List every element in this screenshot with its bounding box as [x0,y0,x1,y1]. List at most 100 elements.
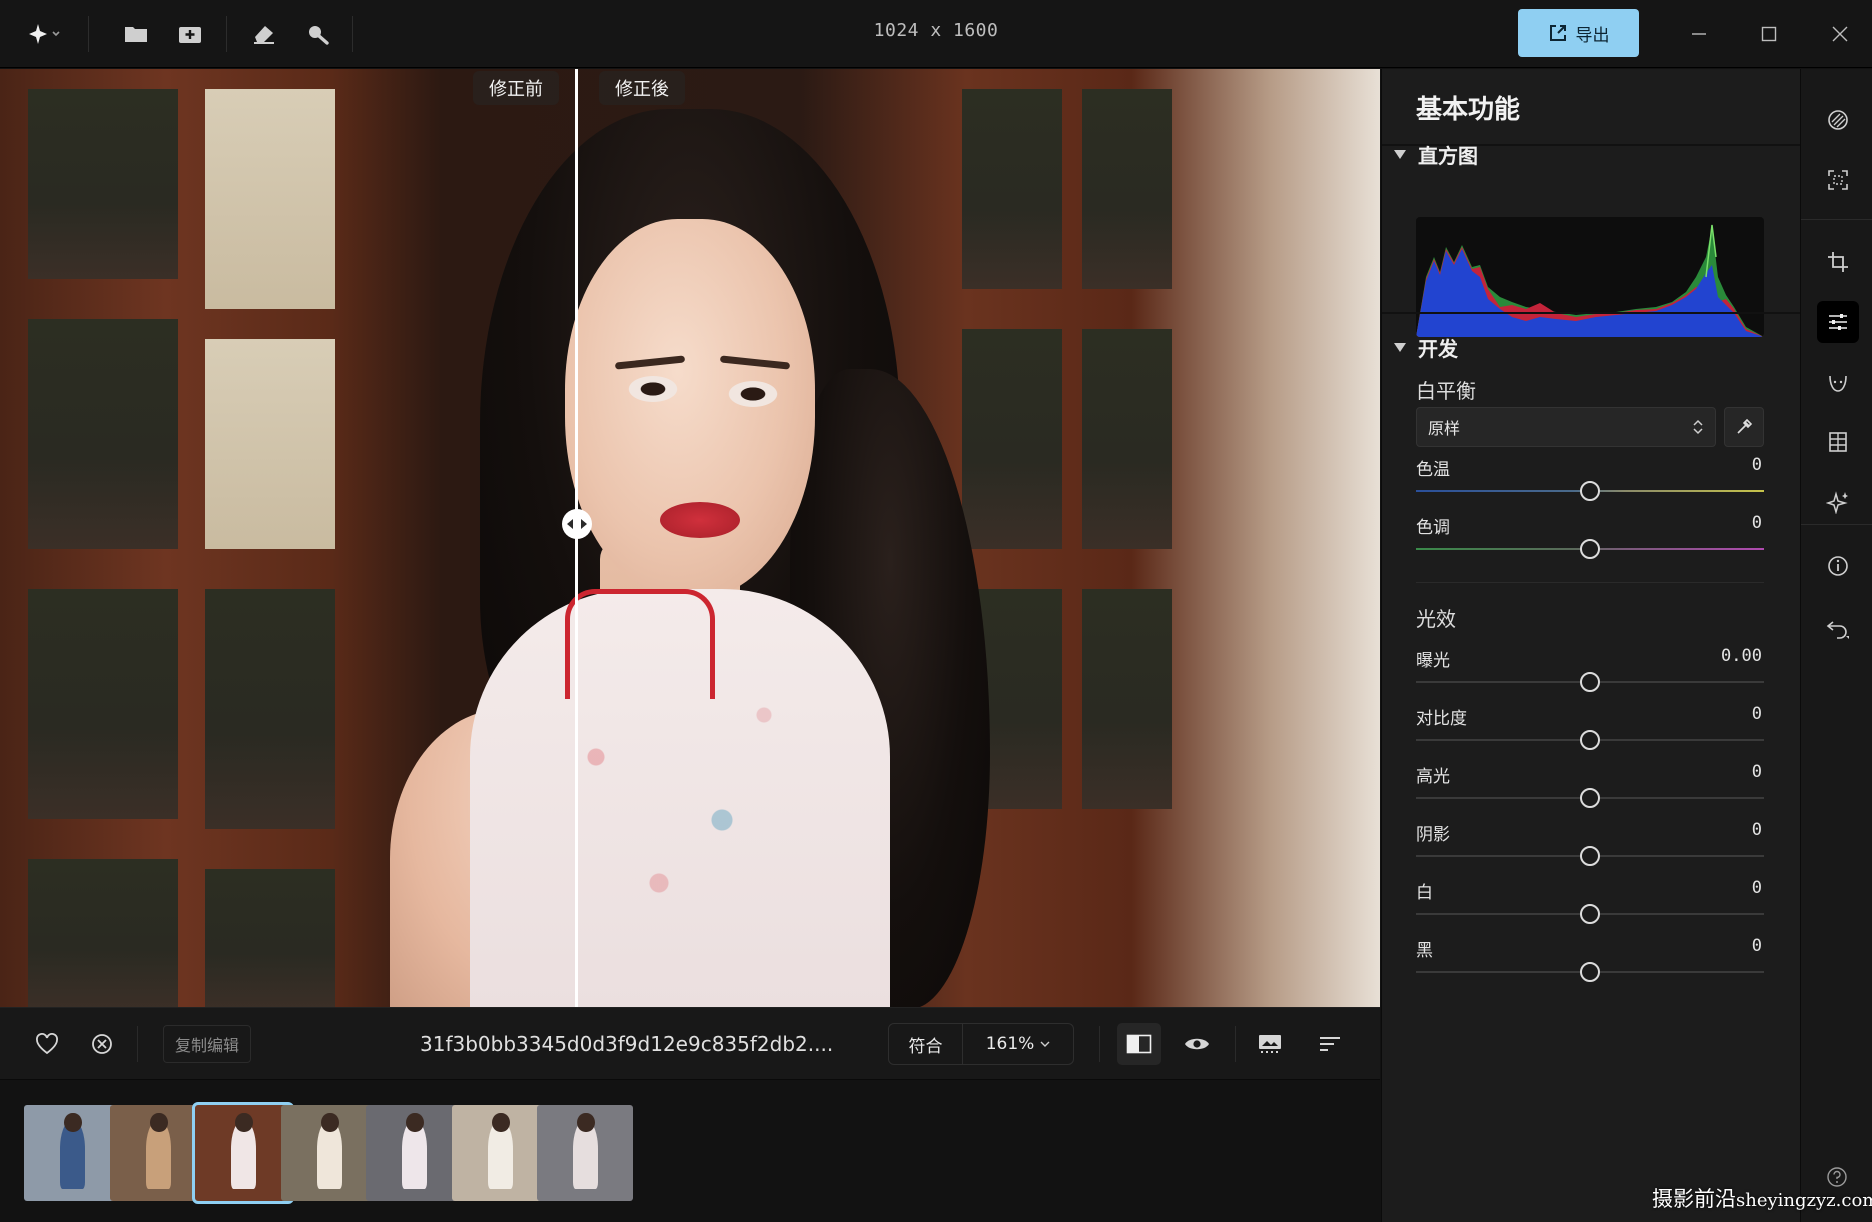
subject-eye [625,374,681,404]
file-name: 31f3b0bb3345d0d3f9d12e9c835f2db2.... [420,1032,834,1056]
thumbnail-figure [231,1122,257,1190]
thumbnail-head [492,1112,510,1132]
presets-button[interactable] [1817,99,1859,141]
filmstrip-thumbnail[interactable] [24,1105,120,1201]
bottom-toolbar: 复制编辑 31f3b0bb3345d0d3f9d12e9c835f2db2...… [0,1007,1380,1079]
filmstrip-thumbnail[interactable] [537,1105,633,1201]
app-menu-button[interactable] [26,16,62,52]
zoom-level-value: 161% [985,1034,1035,1054]
titlebar-divider [352,16,353,52]
module-icon-strip [1800,69,1872,1222]
folder-icon [125,27,147,42]
overlap-circles-icon [1828,110,1848,130]
toolbar-divider [1099,1026,1100,1062]
filmstrip-thumbnail[interactable] [452,1105,548,1201]
develop-section[interactable]: 开发 [1394,333,1458,362]
window-pane [28,89,178,279]
eraser-button[interactable] [246,16,282,52]
zoom-level-dropdown[interactable]: 161% [963,1034,1073,1054]
close-button[interactable] [1820,14,1860,54]
slider-label: 白 [1416,883,1433,903]
divider-handle[interactable] [562,509,592,539]
slider-knob[interactable] [1580,962,1600,982]
circle-x-icon [92,1034,112,1054]
history-button[interactable] [1817,607,1859,649]
open-folder-button[interactable] [118,16,154,52]
filmstrip-thumbnail[interactable] [110,1105,206,1201]
histogram-section[interactable]: 直方图 [1394,140,1478,169]
ai-enhance-button[interactable] [1817,481,1859,523]
filmstrip-thumbnail[interactable] [281,1105,377,1201]
slider-knob[interactable] [1580,672,1600,692]
slider-knob[interactable] [1580,481,1600,501]
thumbnail-head [321,1112,339,1132]
histogram-heading: 直方图 [1418,144,1478,168]
slider-value[interactable]: 0.00 [1632,646,1762,666]
texture-button[interactable] [1817,421,1859,463]
filmstrip-thumbnail[interactable] [192,1102,294,1204]
slider-value[interactable]: 0 [1632,455,1762,475]
slider-knob[interactable] [1580,730,1600,750]
eye-icon [1185,1038,1209,1050]
subject-collar [565,589,715,699]
develop-heading: 开发 [1418,337,1458,361]
slider-value[interactable]: 0 [1632,878,1762,898]
window-pane [962,89,1062,289]
export-button[interactable]: 导出 [1518,9,1639,57]
favorite-button[interactable] [29,1026,65,1062]
slider-knob[interactable] [1580,846,1600,866]
minimize-button[interactable] [1679,14,1719,54]
slider-knob[interactable] [1580,788,1600,808]
adjust-button[interactable] [1817,301,1859,343]
white-balance-title: 白平衡 [1416,379,1476,403]
collapse-triangle-icon [1394,343,1406,352]
thumbnail-figure [402,1122,428,1190]
filmstrip-thumbnail[interactable] [366,1105,462,1201]
thumbnail-head [577,1112,595,1132]
subject-face [565,219,815,599]
section-divider [1416,582,1764,583]
portrait-button[interactable] [1817,361,1859,403]
export-icon [1549,25,1566,41]
slider-label: 曝光 [1416,651,1450,671]
slider-value[interactable]: 0 [1632,936,1762,956]
thumbnail-head [406,1112,424,1132]
zoom-fit-button[interactable]: 符合 [889,1024,963,1064]
thumbnail-figure [60,1122,86,1190]
gallery-icon [1259,1035,1281,1053]
info-button[interactable] [1817,545,1859,587]
crop-button[interactable] [1817,241,1859,283]
import-button[interactable] [172,16,208,52]
preview-toggle-button[interactable] [1179,1026,1215,1062]
photo-canvas[interactable]: 修正前 修正後 [0,69,1380,1007]
window-pane [1082,329,1172,549]
white-balance-picker-button[interactable] [1724,407,1764,447]
copy-edits-button[interactable]: 复制编辑 [163,1025,251,1063]
window-pane [28,319,178,549]
slider-knob[interactable] [1580,904,1600,924]
white-balance-preset-select[interactable]: 原样 [1416,407,1716,447]
window-pane [1082,589,1172,809]
slider-value[interactable]: 0 [1632,762,1762,782]
compare-split-button[interactable] [1117,1023,1161,1065]
export-label: 导出 [1575,25,1610,46]
slider-knob[interactable] [1580,539,1600,559]
panel-title: 基本功能 [1416,95,1521,125]
slider-label: 阴影 [1416,825,1450,845]
filmstrip-toggle-button[interactable] [1252,1026,1288,1062]
close-icon [1832,26,1848,42]
sort-button[interactable] [1312,1026,1348,1062]
maximize-button[interactable] [1749,14,1789,54]
watermark-url: sheyingzyz.com [1736,1190,1872,1211]
zoom-tool-button[interactable] [300,16,336,52]
grid-building-icon [1829,432,1847,452]
slider-value[interactable]: 0 [1632,704,1762,724]
sliders-icon [1829,314,1847,330]
reject-button[interactable] [84,1026,120,1062]
sort-lines-icon [1320,1037,1340,1051]
selection-button[interactable] [1817,159,1859,201]
sparkle-logo-icon [29,24,60,44]
slider-value[interactable]: 0 [1632,513,1762,533]
slider-value[interactable]: 0 [1632,820,1762,840]
eraser-icon [254,26,274,44]
